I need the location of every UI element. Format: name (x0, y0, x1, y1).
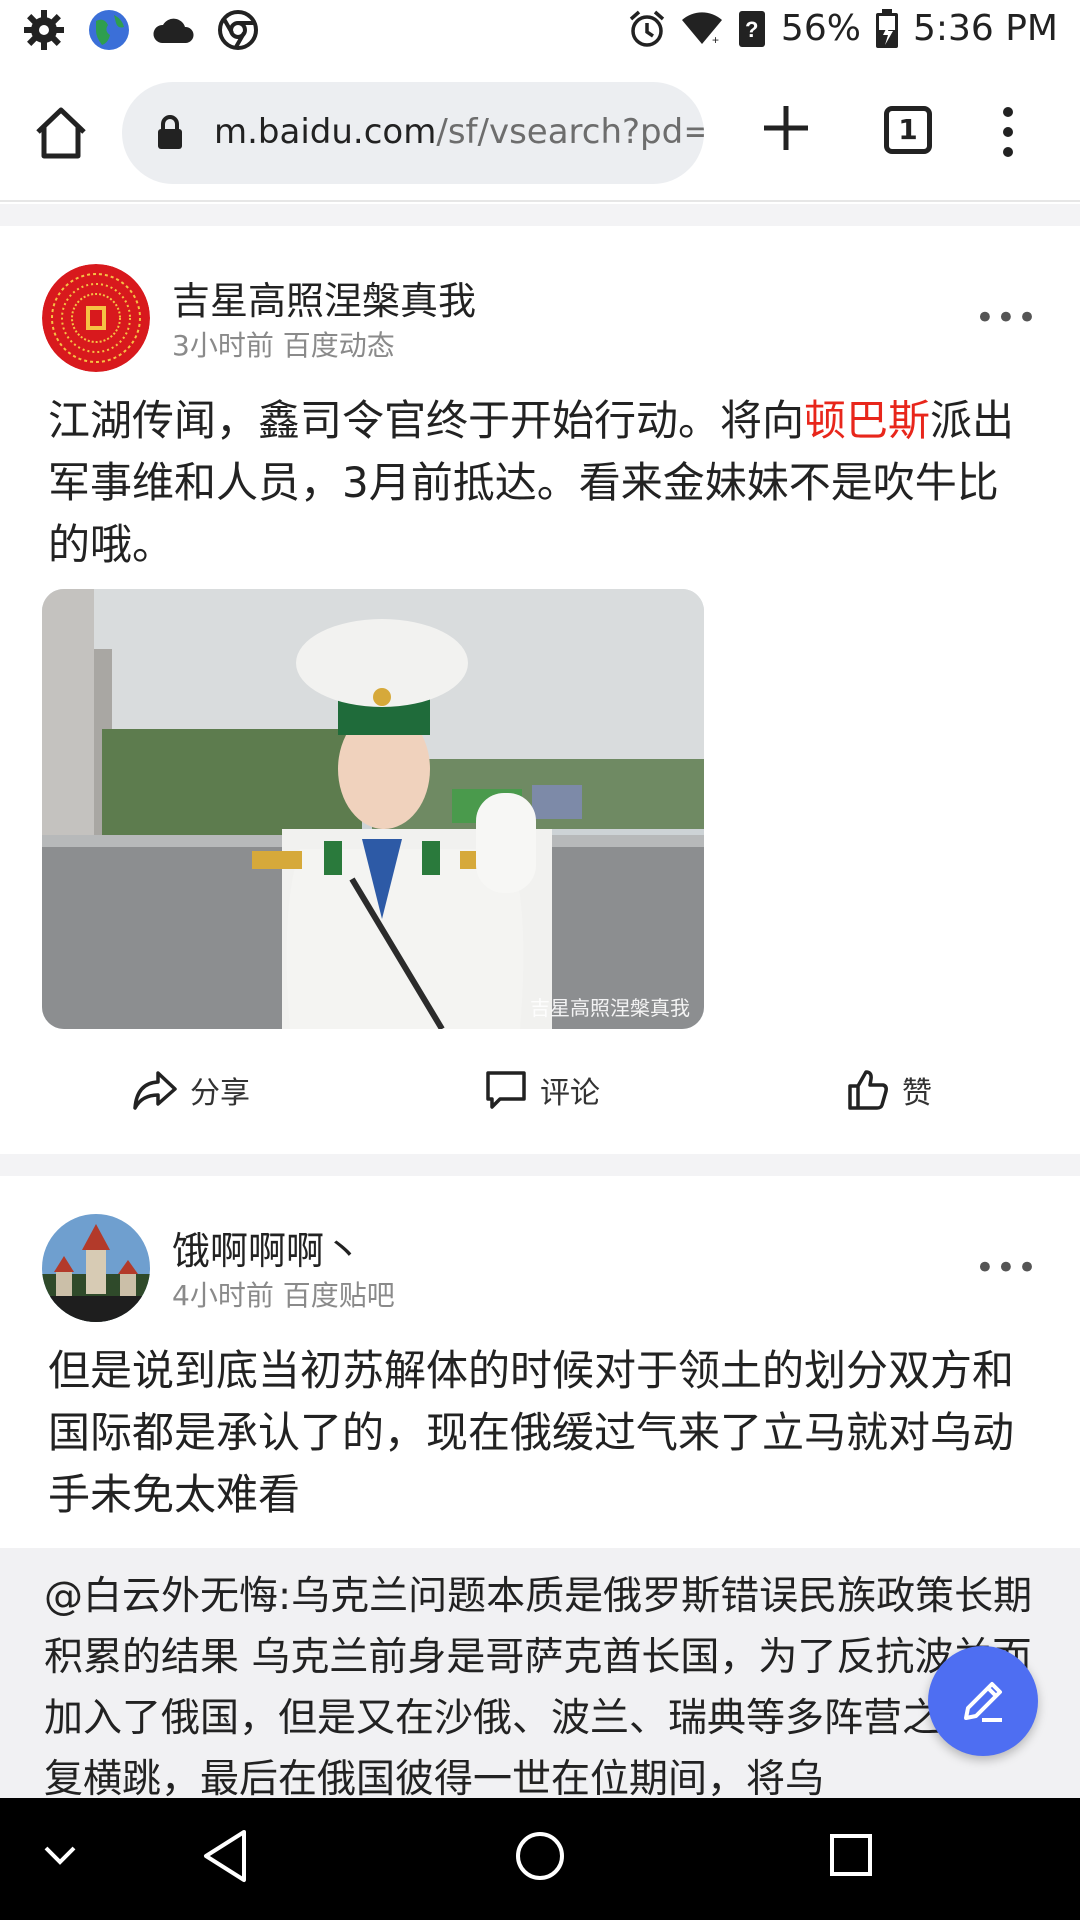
back-triangle-icon (204, 1830, 246, 1882)
post-more-button[interactable]: ••• (975, 298, 1038, 338)
home-button[interactable] (30, 102, 92, 164)
browser-toolbar: m.baidu.com/sf/vsearch?pd=r 1 (0, 62, 1080, 202)
hashtag-link[interactable]: 顿巴斯 (804, 396, 930, 445)
alarm-icon (627, 9, 667, 49)
home-icon (36, 107, 86, 159)
comment-icon (486, 1071, 526, 1109)
system-nav-bar (0, 1798, 1080, 1920)
chevron-down-icon (44, 1846, 76, 1865)
post-text[interactable]: 但是说到底当初苏解体的时候对于领土的划分双方和国际都是承认了的，现在俄缓过气来了… (48, 1340, 1038, 1526)
fortune-seal-avatar-image (42, 264, 150, 372)
post-author[interactable]: 吉星高照涅槃真我 (172, 270, 476, 325)
post-meta: 3小时前 百度动态 (172, 324, 395, 364)
avatar[interactable] (42, 1214, 150, 1322)
thumbs-up-icon (848, 1070, 888, 1110)
chrome-icon (218, 10, 258, 50)
url-host: m.baidu.com (214, 112, 437, 152)
avatar[interactable] (42, 264, 150, 372)
post-actions: 分享 评论 赞 (0, 1050, 1080, 1130)
post-text-start: 江湖传闻，鑫司令官终于开始行动。将向 (48, 396, 805, 445)
url-text: m.baidu.com/sf/vsearch?pd=r (214, 112, 704, 152)
quoted-post-text: @白云外无悔:乌克兰问题本质是俄罗斯错误民族政策长期积累的结果 乌克兰前身是哥萨… (44, 1574, 1033, 1798)
settings-gear-icon (22, 8, 66, 52)
wifi-icon: + (681, 11, 723, 46)
home-circle-icon (516, 1832, 564, 1880)
plus-icon (764, 106, 808, 150)
post-photo[interactable]: 吉星高照涅槃真我 (42, 589, 704, 1029)
post-time: 3小时前 (172, 329, 274, 362)
post-source: 百度贴吧 (282, 1279, 395, 1312)
more-vertical-icon (1003, 107, 1013, 157)
feed-divider (0, 1154, 1080, 1176)
battery-percent: 56% (780, 8, 861, 49)
comment-label: 评论 (540, 1076, 600, 1111)
url-bar[interactable]: m.baidu.com/sf/vsearch?pd=r (122, 82, 704, 184)
nav-recents-button[interactable] (826, 1828, 876, 1888)
comment-button[interactable]: 评论 (484, 1050, 600, 1130)
nav-home-button[interactable] (514, 1828, 566, 1888)
clock-time: 5:36 PM (912, 8, 1058, 49)
globe-icon (88, 9, 130, 51)
feed-post: 饿啊啊啊丶 4小时前 百度贴吧 ••• 但是说到底当初苏解体的时候对于领土的划分… (0, 1176, 1080, 1548)
share-button[interactable]: 分享 (132, 1050, 250, 1130)
post-meta: 4小时前 百度贴吧 (172, 1274, 395, 1314)
signal-unknown-icon: ? (737, 9, 767, 49)
new-tab-button[interactable] (758, 100, 814, 156)
nav-collapse-button[interactable] (40, 1840, 80, 1874)
svg-text:+: + (712, 33, 719, 46)
status-bar: + ? 56% 5:36 PM (0, 0, 1080, 62)
post-text[interactable]: 江湖传闻，鑫司令官终于开始行动。将向顿巴斯派出军事维和人员，3月前抵达。看来金妹… (48, 390, 1038, 576)
svg-text:?: ? (745, 17, 758, 42)
nav-back-button[interactable] (200, 1828, 250, 1888)
photo-watermark: 吉星高照涅槃真我 (530, 996, 690, 1020)
post-source: 百度动态 (282, 329, 395, 362)
like-button[interactable]: 赞 (846, 1050, 932, 1130)
traffic-officer-photo (42, 589, 704, 1029)
pencil-icon (964, 1682, 1002, 1722)
browser-menu-button[interactable] (996, 102, 1020, 162)
feed-post: 吉星高照涅槃真我 3小时前 百度动态 ••• 江湖传闻，鑫司令官终于开始行动。将… (0, 226, 1080, 1154)
compose-button[interactable] (928, 1646, 1038, 1756)
battery-charging-icon (875, 8, 899, 49)
post-author[interactable]: 饿啊啊啊丶 (172, 1220, 362, 1275)
quoted-post[interactable]: @白云外无悔:乌克兰问题本质是俄罗斯错误民族政策长期积累的结果 乌克兰前身是哥萨… (0, 1548, 1080, 1798)
cloud-icon (152, 15, 196, 45)
url-path: /sf/vsearch?pd=r (436, 112, 704, 152)
castle-tower-avatar-image (42, 1214, 150, 1322)
post-more-button[interactable]: ••• (975, 1248, 1038, 1288)
feed-divider (0, 204, 1080, 226)
post-time: 4小时前 (172, 1279, 274, 1312)
share-label: 分享 (190, 1076, 250, 1111)
like-label: 赞 (902, 1076, 932, 1111)
recents-square-icon (830, 1834, 872, 1876)
lock-icon (156, 114, 184, 154)
share-icon (133, 1071, 177, 1110)
tab-switcher-button[interactable]: 1 (884, 106, 932, 154)
